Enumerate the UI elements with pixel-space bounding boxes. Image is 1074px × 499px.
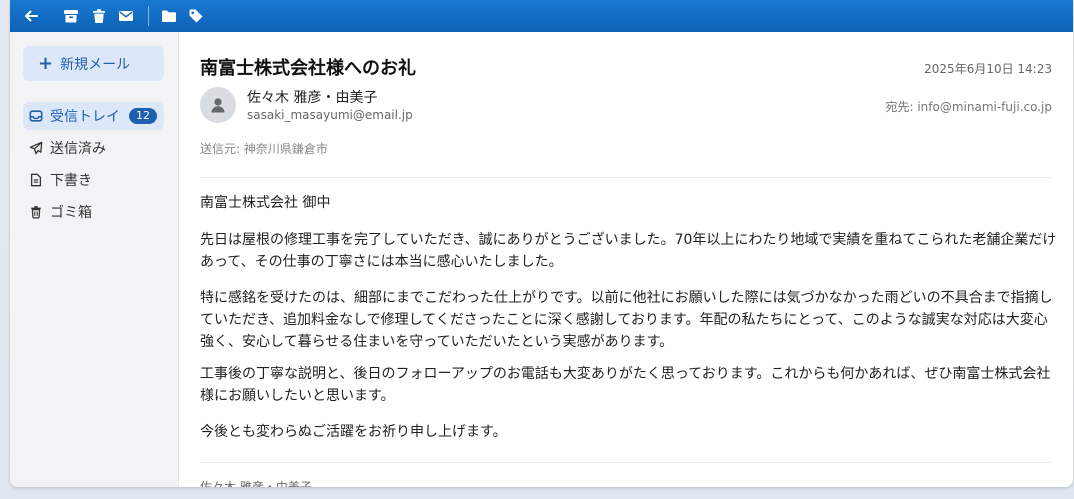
body-paragraph: 南富士株式会社 御中: [200, 195, 331, 211]
header-divider: [200, 177, 1052, 178]
folder-icon[interactable]: [161, 8, 177, 24]
email-date: 2025年6月10日 14:23: [924, 62, 1052, 76]
mail-window: + 新規メール 受信トレイ 12 送信済み 下書き ゴミ箱 南富士株式会社様への…: [10, 0, 1073, 487]
sidebar-item-label: ゴミ箱: [50, 205, 92, 221]
unread-count-badge: 12: [129, 108, 157, 124]
toolbar-divider: [148, 6, 149, 26]
paper-plane-icon: [29, 141, 43, 155]
recipient-address: 宛先: info@minami-fuji.co.jp: [885, 100, 1052, 114]
body-paragraph: 先日は屋根の修理工事を完了していただき、誠にありがとうございました。70年以上に…: [200, 232, 1057, 270]
archive-icon[interactable]: [63, 8, 79, 24]
email-signature: 佐々木 雅彦・由美子: [200, 480, 312, 487]
sidebar-item-sent[interactable]: 送信済み: [23, 134, 164, 162]
sidebar-item-inbox[interactable]: 受信トレイ 12: [23, 102, 164, 130]
sidebar-item-label: 送信済み: [50, 141, 106, 157]
compose-label: 新規メール: [60, 56, 131, 73]
body-paragraph: 今後とも変わらぬご活躍をお祈り申し上げます。: [200, 424, 507, 440]
message-view: 南富士株式会社様へのお礼 2025年6月10日 14:23 佐々木 雅彦・由美子…: [180, 32, 1073, 487]
sidebar-item-trash[interactable]: ゴミ箱: [23, 198, 164, 226]
signature-divider: [200, 462, 1052, 463]
toolbar: [10, 0, 1073, 32]
envelope-icon[interactable]: [118, 8, 134, 24]
compose-button[interactable]: + 新規メール: [23, 46, 164, 81]
email-subject: 南富士株式会社様へのお礼: [200, 58, 416, 79]
tag-icon[interactable]: [188, 8, 204, 24]
trash-icon[interactable]: [91, 8, 107, 24]
document-icon: [30, 173, 42, 187]
sender-email[interactable]: sasaki_masayumi@email.jp: [247, 108, 413, 122]
inbox-icon: [29, 110, 43, 122]
user-icon: [211, 98, 225, 113]
sidebar-item-label: 受信トレイ: [50, 109, 120, 125]
trash-icon: [31, 206, 41, 219]
sender-avatar: [200, 87, 236, 123]
plus-icon: +: [38, 52, 54, 74]
sender-location: 送信元: 神奈川県鎌倉市: [200, 142, 328, 156]
body-paragraph: 特に感銘を受けたのは、細部にまでこだわった仕上がりです。以前に他社にお願いした際…: [200, 290, 1053, 350]
sender-name: 佐々木 雅彦・由美子: [247, 90, 378, 106]
sidebar-item-label: 下書き: [50, 173, 92, 189]
back-arrow-icon[interactable]: [23, 8, 39, 24]
body-paragraph: 工事後の丁寧な説明と、後日のフォローアップのお電話も大変ありがたく思っております…: [200, 366, 1051, 404]
sidebar: + 新規メール 受信トレイ 12 送信済み 下書き ゴミ箱: [10, 32, 179, 487]
sidebar-item-drafts[interactable]: 下書き: [23, 166, 164, 194]
